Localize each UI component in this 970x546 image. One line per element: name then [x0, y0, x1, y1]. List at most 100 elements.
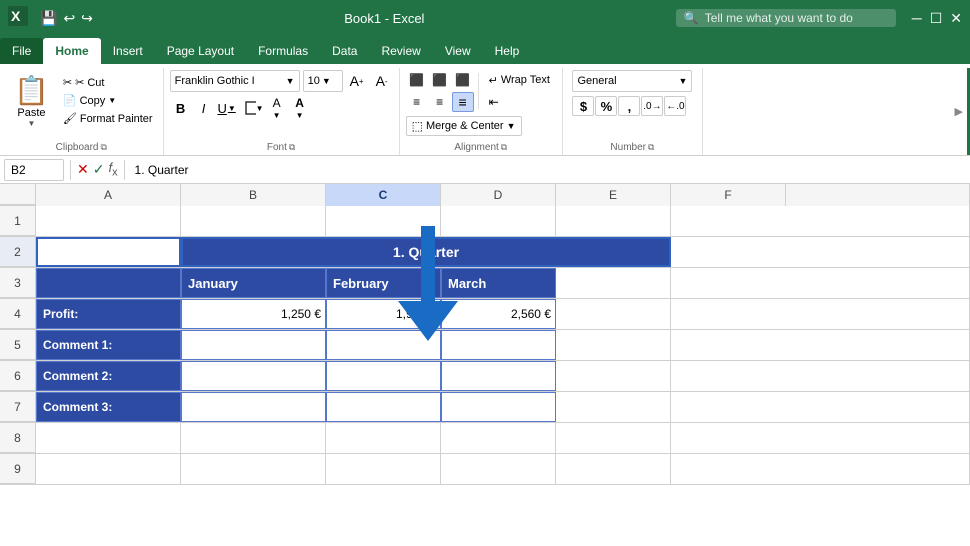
copy-button[interactable]: 📄 Copy ▼	[59, 92, 157, 109]
merge-center-button[interactable]: ⬚ Merge & Center ▼	[406, 116, 522, 136]
cell-a6[interactable]: Comment 2:	[36, 361, 181, 391]
tab-home[interactable]: Home	[43, 38, 100, 64]
italic-button[interactable]: I	[193, 97, 215, 119]
cell-d4[interactable]: 2,560 €	[441, 299, 556, 329]
cell-a8[interactable]	[36, 423, 181, 453]
cell-e8[interactable]	[556, 423, 671, 453]
cell-e1[interactable]	[556, 206, 671, 236]
col-header-c[interactable]: C	[326, 184, 441, 206]
formula-content[interactable]: 1. Quarter	[131, 163, 966, 177]
cell-f6[interactable]	[671, 361, 970, 391]
align-top-right-button[interactable]: ⬛	[452, 70, 474, 90]
number-format-select[interactable]: General ▼	[572, 70, 692, 92]
tab-page-layout[interactable]: Page Layout	[155, 38, 246, 64]
cell-a3[interactable]	[36, 268, 181, 298]
row-num-6[interactable]: 6	[0, 361, 36, 391]
font-family-select[interactable]: Franklin Gothic I ▼	[170, 70, 300, 92]
border-button[interactable]: ▼	[243, 97, 265, 119]
cell-b5[interactable]	[181, 330, 326, 360]
align-top-left-button[interactable]: ⬛	[406, 70, 428, 90]
font-decrease-button[interactable]: A-	[371, 70, 393, 92]
col-header-d[interactable]: D	[441, 184, 556, 206]
format-painter-button[interactable]: 🖌 Format Painter	[59, 110, 157, 127]
percent-button[interactable]: %	[595, 96, 617, 116]
cell-f3[interactable]	[671, 268, 970, 298]
redo-icon[interactable]: ↪	[81, 10, 93, 27]
underline-button[interactable]: U ▼	[216, 97, 238, 119]
tab-view[interactable]: View	[433, 38, 483, 64]
cell-b4[interactable]: 1,250 €	[181, 299, 326, 329]
enter-icon[interactable]: ✓	[93, 161, 105, 178]
cell-d8[interactable]	[441, 423, 556, 453]
tab-formulas[interactable]: Formulas	[246, 38, 320, 64]
alignment-expand-icon[interactable]: ⧉	[501, 142, 507, 153]
minimize-icon[interactable]: ─	[912, 10, 922, 27]
cell-b8[interactable]	[181, 423, 326, 453]
cell-c6[interactable]	[326, 361, 441, 391]
font-color-button[interactable]: A ▼	[289, 97, 311, 119]
align-left-button[interactable]: ≡	[406, 92, 428, 112]
cell-e6[interactable]	[556, 361, 671, 391]
cell-f2[interactable]	[671, 237, 970, 267]
cell-c3[interactable]: February	[326, 268, 441, 298]
wrap-text-button[interactable]: ↵ Wrap Text	[483, 71, 556, 90]
cell-d6[interactable]	[441, 361, 556, 391]
cell-d7[interactable]	[441, 392, 556, 422]
cell-b3[interactable]: January	[181, 268, 326, 298]
cell-e4[interactable]	[556, 299, 671, 329]
cancel-entry-icon[interactable]: ✕	[77, 161, 89, 178]
cell-e9[interactable]	[556, 454, 671, 484]
row-num-8[interactable]: 8	[0, 423, 36, 453]
cut-button[interactable]: ✂ ✂ Cut	[59, 74, 157, 91]
cell-d5[interactable]	[441, 330, 556, 360]
col-header-b[interactable]: B	[181, 184, 326, 206]
cell-b9[interactable]	[181, 454, 326, 484]
cell-e5[interactable]	[556, 330, 671, 360]
comma-button[interactable]: ,	[618, 96, 640, 116]
save-icon[interactable]: 💾	[40, 10, 57, 27]
cell-f5[interactable]	[671, 330, 970, 360]
cell-f9[interactable]	[671, 454, 970, 484]
cell-b7[interactable]	[181, 392, 326, 422]
row-num-1[interactable]: 1	[0, 206, 36, 236]
cell-c5[interactable]	[326, 330, 441, 360]
paste-button[interactable]: 📋 Paste ▼	[6, 70, 57, 132]
cell-a7[interactable]: Comment 3:	[36, 392, 181, 422]
font-expand-icon[interactable]: ⧉	[289, 142, 295, 153]
cell-a1[interactable]	[36, 206, 181, 236]
cell-f1[interactable]	[671, 206, 970, 236]
tab-help[interactable]: Help	[483, 38, 532, 64]
row-num-3[interactable]: 3	[0, 268, 36, 298]
cell-a9[interactable]	[36, 454, 181, 484]
cell-f8[interactable]	[671, 423, 970, 453]
bold-button[interactable]: B	[170, 97, 192, 119]
tab-data[interactable]: Data	[320, 38, 369, 64]
cell-a2[interactable]	[36, 237, 181, 267]
font-increase-button[interactable]: A+	[346, 70, 368, 92]
row-num-7[interactable]: 7	[0, 392, 36, 422]
search-bar[interactable]: 🔍 Tell me what you want to do	[676, 9, 896, 27]
cell-b1[interactable]	[181, 206, 326, 236]
undo-icon[interactable]: ↩	[63, 10, 75, 27]
cell-f4[interactable]	[671, 299, 970, 329]
cell-c4[interactable]: 1,960 €	[326, 299, 441, 329]
cell-reference-box[interactable]: B2	[4, 159, 64, 181]
cell-d3[interactable]: March	[441, 268, 556, 298]
col-header-a[interactable]: A	[36, 184, 181, 206]
row-num-2[interactable]: 2	[0, 237, 36, 267]
cell-b6[interactable]	[181, 361, 326, 391]
decimal-increase-button[interactable]: .0→	[641, 96, 663, 116]
row-num-9[interactable]: 9	[0, 454, 36, 484]
indent-decrease-button[interactable]: ⇤	[483, 92, 505, 112]
cell-e7[interactable]	[556, 392, 671, 422]
cell-c7[interactable]	[326, 392, 441, 422]
cell-e3[interactable]	[556, 268, 671, 298]
align-center-button[interactable]: ≡	[429, 92, 451, 112]
col-header-e[interactable]: E	[556, 184, 671, 206]
cell-a5[interactable]: Comment 1:	[36, 330, 181, 360]
fill-color-button[interactable]: A ▼	[266, 97, 288, 119]
cell-c8[interactable]	[326, 423, 441, 453]
cell-a4[interactable]: Profit:	[36, 299, 181, 329]
align-right-button[interactable]: ≡	[452, 92, 474, 112]
decimal-decrease-button[interactable]: ←.0	[664, 96, 686, 116]
